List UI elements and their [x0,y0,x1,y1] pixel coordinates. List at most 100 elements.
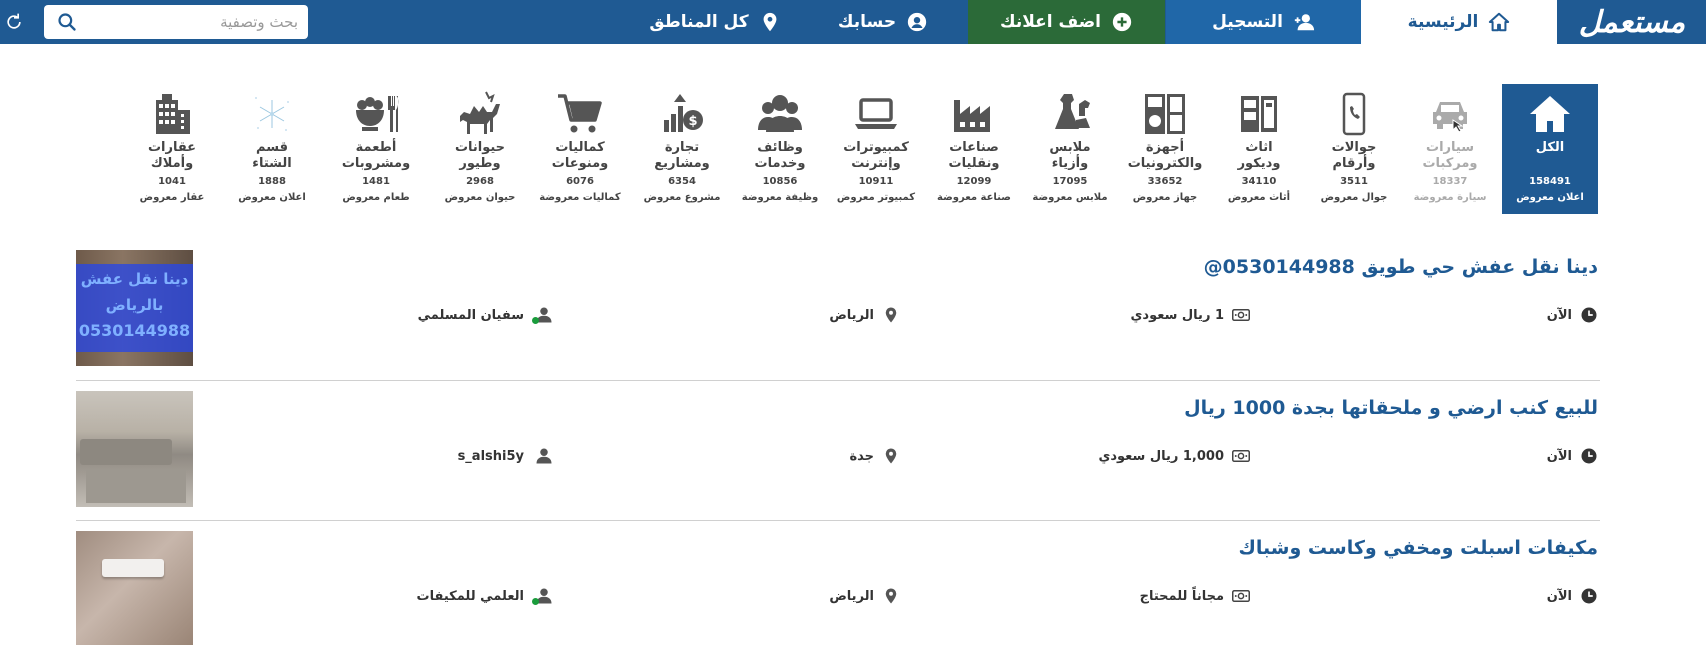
category-jobs[interactable]: وظائف وخدمات 10856 وظيفة معروضة [732,84,828,214]
plus-circle-icon [1112,12,1132,32]
refresh-icon[interactable] [4,12,24,32]
category-unit: طعام معروض [342,192,410,203]
clock-icon [1581,307,1597,323]
category-count: 34110 [1241,176,1277,187]
category-count: 1481 [362,176,390,187]
category-count: 33652 [1147,176,1183,187]
user-icon [532,447,554,465]
category-clothes[interactable]: ملابس وأزياء 17095 ملابس معروضة [1022,84,1118,214]
category-food[interactable]: أطعمة ومشروبات 1481 طعام معروض [328,84,424,214]
logo-text: مستعمل [1578,4,1686,40]
online-indicator [532,317,539,324]
user-icon [532,306,554,324]
category-count: 6076 [566,176,594,187]
listing-divider [76,380,1600,381]
category-phones[interactable]: جوالات وأرقام 3511 جوال معروض [1306,84,1402,214]
listing-item[interactable]: مكيفات اسبلت ومخفي وكاست وشباك الآن مجان… [76,531,1600,651]
nav-regions-label: كل المناطق [649,12,749,32]
site-logo[interactable]: مستعمل [1558,0,1706,44]
category-label: سيارات ومركبات [1422,140,1478,171]
nav-register-button[interactable]: التسجيل [1166,0,1361,44]
listing-title[interactable]: للبيع كنب ارضي و ملحقاتها بجدة 1000 ريال [1184,397,1598,419]
category-accessories[interactable]: كماليات ومنوعات 6076 كماليات معروضة [532,84,628,214]
business-growth-icon: $ [664,94,703,132]
nav-account-button[interactable]: حسابك [800,0,966,44]
category-unit: كماليات معروضة [539,192,621,203]
category-count: 158491 [1529,176,1571,187]
listing-user[interactable]: سفيان المسلمي [418,306,554,324]
category-unit: مشروع معروض [643,192,721,203]
category-count: 1888 [258,176,286,187]
money-icon [1232,450,1250,462]
category-count: 10856 [762,176,798,187]
listing-item[interactable]: دينا نقل عفش بالرياض 0530144988 دينا نقل… [76,250,1600,370]
online-indicator [532,598,539,605]
clock-icon [1581,588,1597,604]
category-winter[interactable]: قسم الشتاء 1888 اعلان معروض [224,84,320,214]
category-label: عقارات وأملاك [147,140,197,171]
nav-regions-button[interactable]: كل المناطق [630,0,800,44]
nav-register-label: التسجيل [1212,12,1283,32]
category-count: 6354 [668,176,696,187]
category-count: 10911 [858,176,894,187]
listing-thumbnail[interactable] [76,391,193,507]
add-ad-label: اضف اعلانك [1000,12,1101,32]
category-label: جوالات وأرقام [1331,140,1377,171]
category-label: حيوانات وطيور [454,140,506,171]
nav-home-button[interactable]: الرئيسية [1361,0,1557,44]
category-computers[interactable]: كمبيوترات وإنترنت 10911 كمبيوتر معروض [828,84,924,214]
category-label: الكل [1535,140,1565,155]
category-unit: وظيفة معروضة [741,192,819,203]
nav-home-label: الرئيسية [1407,12,1479,32]
listing-city[interactable]: الرياض [829,306,900,324]
listing-time: الآن [1547,447,1598,465]
listing-user[interactable]: s_alshi5y [458,447,554,465]
cart-icon [558,94,602,133]
thumbnail-overlay: دينا نقل عفش بالرياض 0530144988 [76,264,193,352]
category-electronics[interactable]: أجهزة والكترونيات 33652 جهاز معروض [1117,84,1213,214]
listing-city[interactable]: جدة [849,447,900,465]
clock-icon [1581,448,1597,464]
listing-title[interactable]: دينا نقل عفش حي طويق 0530144988@ [1204,256,1598,278]
category-label: وظائف وخدمات [754,140,806,171]
listing-item[interactable]: للبيع كنب ارضي و ملحقاتها بجدة 1000 ريال… [76,391,1600,511]
location-pin-icon [885,588,897,604]
listing-user[interactable]: العلمي للمكيفات [417,587,554,605]
category-label: كمبيوترات وإنترنت [843,140,909,171]
user-circle-icon [907,12,927,32]
listing-thumbnail[interactable] [76,531,193,645]
category-industry[interactable]: صناعات ونقليات 12099 صناعة معروضة [926,84,1022,214]
category-unit: اعلان معروض [1516,192,1584,203]
nav-account-label: حسابك [837,12,897,32]
listing-price: مجاناً للمحتاج [1140,587,1250,605]
appliances-icon [1145,94,1185,134]
listing-price: 1 ريال سعودي [1131,306,1250,324]
listing-title[interactable]: مكيفات اسبلت ومخفي وكاست وشباك [1238,537,1598,559]
search-icon[interactable] [57,12,77,32]
listing-thumbnail[interactable]: دينا نقل عفش بالرياض 0530144988 [76,250,193,366]
listing-time: الآن [1547,306,1598,324]
food-icon [356,96,399,132]
category-count: 2968 [466,176,494,187]
people-icon [758,95,802,132]
category-all[interactable]: الكل 158491 اعلان معروض [1502,84,1598,214]
add-ad-button[interactable]: اضف اعلانك [968,0,1165,44]
category-real-estate[interactable]: عقارات وأملاك 1041 عقار معروض [124,84,220,214]
category-unit: اعلان معروض [238,192,306,203]
category-label: أجهزة والكترونيات [1127,140,1203,171]
snowflake-icon [255,97,289,131]
home-icon [1530,96,1570,132]
sofa-shape [80,439,172,465]
location-pin-icon [885,307,897,323]
category-label: قسم الشتاء [252,140,292,171]
category-furniture[interactable]: اثاث وديكور 34110 أثاث معروض [1211,84,1307,214]
category-cars[interactable]: سيارات ومركبات 18337 سيارة معروضة [1402,84,1498,214]
category-label: اثاث وديكور [1237,140,1281,171]
search-input[interactable] [88,11,298,33]
top-navbar: مستعمل الرئيسية التسجيل اضف اعلانك حسابك… [0,0,1706,44]
category-unit: صناعة معروضة [937,192,1011,203]
category-animals[interactable]: حيوانات وطيور 2968 حيوان معروض [432,84,528,214]
category-count: 1041 [158,176,186,187]
listing-city[interactable]: الرياض [829,587,900,605]
category-business[interactable]: $ تجارة ومشاريع 6354 مشروع معروض [634,84,730,214]
